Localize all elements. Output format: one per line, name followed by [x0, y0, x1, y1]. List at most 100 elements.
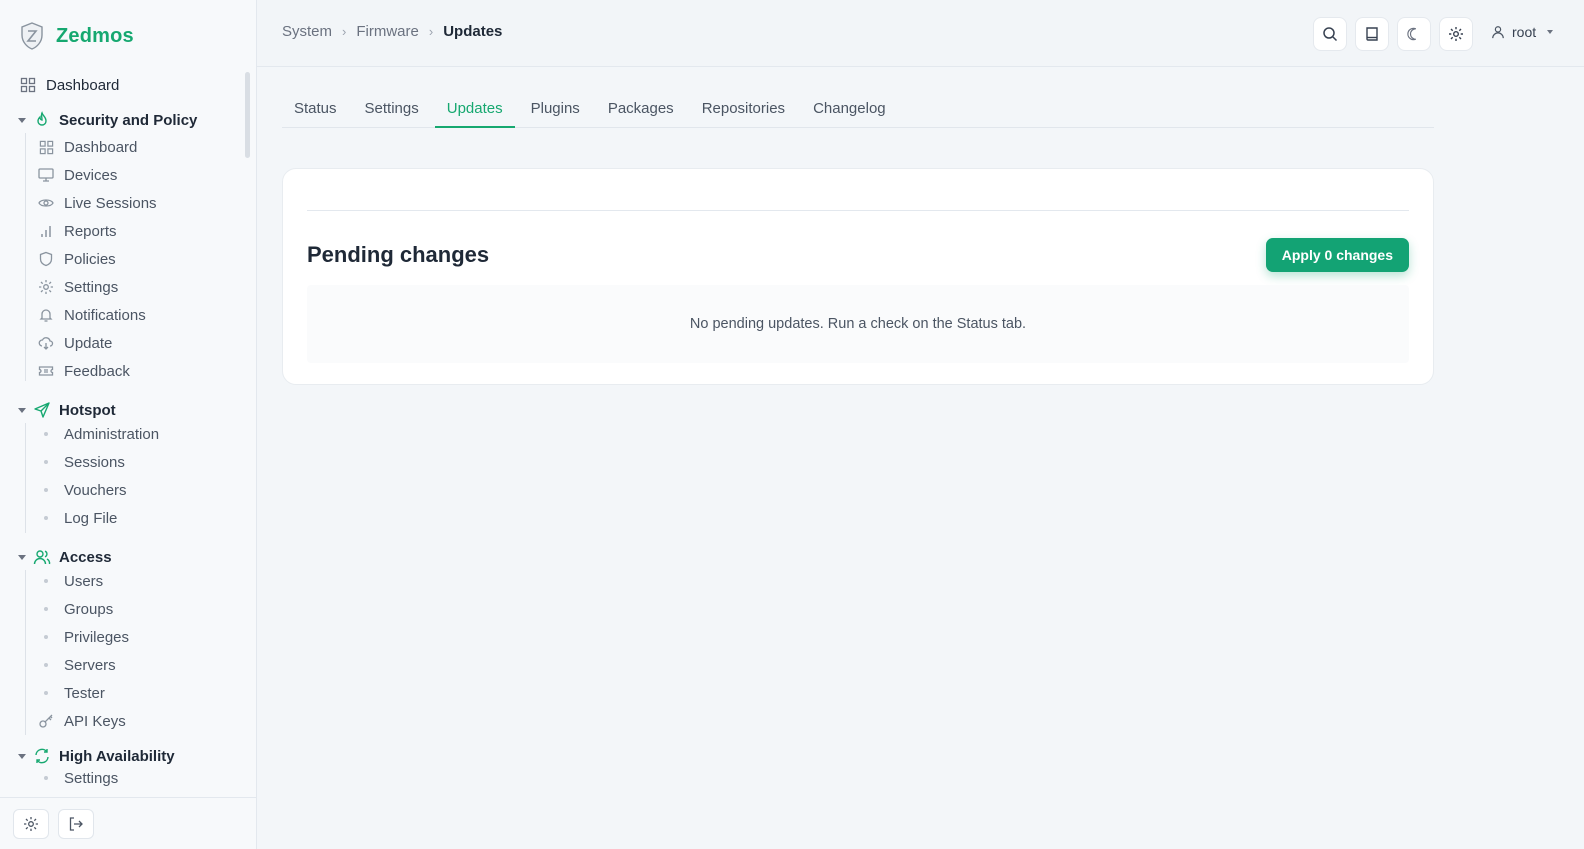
- sidebar-item-settings[interactable]: Settings: [38, 274, 118, 300]
- breadcrumb-item-system[interactable]: System: [282, 23, 332, 40]
- sidebar-item-label: Devices: [64, 166, 118, 184]
- brand[interactable]: Zedmos: [20, 22, 134, 50]
- chevron-right-icon: ›: [428, 24, 434, 39]
- tab-updates[interactable]: Updates: [434, 94, 515, 128]
- sidebar-item-tester[interactable]: Tester: [38, 680, 105, 706]
- sidebar-item-label: Settings: [64, 278, 119, 296]
- refresh-icon: [33, 747, 51, 765]
- sidebar-item-label: Policies: [64, 250, 116, 268]
- section-title: Hotspot: [59, 401, 116, 419]
- sidebar-item-groups[interactable]: Groups: [38, 596, 113, 622]
- sidebar-item-servers[interactable]: Servers: [38, 652, 116, 678]
- section-guide-line: [25, 423, 26, 533]
- sidebar-item-label: Vouchers: [64, 481, 127, 499]
- sidebar-item-devices[interactable]: Devices: [38, 162, 117, 188]
- search-button[interactable]: [1313, 17, 1347, 51]
- username: root: [1512, 24, 1537, 40]
- dashboard-icon: [38, 139, 54, 155]
- sidebar-item-label: Privileges: [64, 628, 130, 646]
- gear-icon: [1449, 27, 1463, 41]
- section-high-availability[interactable]: High Availability: [18, 743, 175, 769]
- section-hotspot[interactable]: Hotspot: [18, 397, 116, 423]
- caret-down-icon: [18, 753, 26, 759]
- sidebar-item-privileges[interactable]: Privileges: [38, 624, 129, 650]
- breadcrumb: System › Firmware › Updates: [282, 23, 502, 40]
- docs-button[interactable]: [1355, 17, 1389, 51]
- bullet-dot: [44, 607, 48, 611]
- logout-icon: [69, 817, 83, 831]
- theme-toggle-button[interactable]: [1397, 17, 1431, 51]
- empty-state-message: No pending updates. Run a check on the S…: [689, 316, 1027, 332]
- sidebar-item-ha-settings[interactable]: Settings: [38, 770, 118, 786]
- sidebar-item-policies[interactable]: Policies: [38, 246, 116, 272]
- sidebar-item-label: Live Sessions: [64, 194, 157, 212]
- flame-icon: [33, 111, 51, 129]
- chevron-right-icon: ›: [342, 24, 347, 39]
- monitor-icon: [38, 167, 54, 183]
- user-menu[interactable]: root: [1491, 24, 1554, 40]
- book-icon: [1366, 27, 1378, 41]
- gear-icon: [24, 817, 38, 831]
- bullet-dot: [44, 776, 48, 780]
- sidebar-item-live-sessions[interactable]: Live Sessions: [38, 190, 157, 216]
- sidebar-item-label: Notifications: [64, 306, 146, 324]
- sidebar-item-label: Update: [64, 334, 113, 352]
- sidebar-item-vouchers[interactable]: Vouchers: [38, 477, 127, 503]
- section-title: Security and Policy: [59, 111, 198, 129]
- shield-logo-icon: [21, 22, 43, 50]
- sidebar-item-reports[interactable]: Reports: [38, 218, 117, 244]
- sidebar-item-label: Reports: [64, 222, 117, 240]
- sidebar-scrollbar[interactable]: [245, 72, 250, 158]
- bullet-dot: [44, 691, 48, 695]
- bullet-dot: [44, 432, 48, 436]
- users-icon: [33, 548, 51, 566]
- section-title: High Availability: [59, 747, 175, 765]
- tab-changelog[interactable]: Changelog: [801, 94, 898, 128]
- sidebar-item-label: Settings: [64, 770, 119, 786]
- search-icon: [1323, 27, 1338, 42]
- footer-settings-button[interactable]: [13, 809, 49, 839]
- apply-changes-button[interactable]: Apply 0 changes: [1265, 238, 1409, 272]
- tab-repositories[interactable]: Repositories: [690, 94, 797, 128]
- sidebar-item-dashboard[interactable]: Dashboard: [38, 134, 137, 160]
- section-access[interactable]: Access: [18, 544, 112, 570]
- sidebar-item-dashboard-top[interactable]: Dashboard: [20, 71, 119, 99]
- logout-button[interactable]: [58, 809, 94, 839]
- divider: [307, 210, 1409, 211]
- sidebar-item-users[interactable]: Users: [38, 568, 103, 594]
- tab-settings[interactable]: Settings: [353, 94, 431, 128]
- sidebar-item-update[interactable]: Update: [38, 330, 112, 356]
- caret-down-icon: [18, 407, 26, 413]
- sidebar-item-label: API Keys: [64, 712, 126, 730]
- tab-plugins[interactable]: Plugins: [519, 94, 592, 128]
- send-icon: [33, 401, 51, 419]
- gear-icon: [38, 279, 54, 295]
- moon-icon: [1407, 27, 1416, 41]
- sidebar-item-label: Users: [64, 572, 104, 590]
- sidebar-item-label: Dashboard: [46, 76, 120, 94]
- card-title: Pending changes: [307, 242, 490, 267]
- dashboard-icon: [20, 77, 36, 93]
- tab-packages[interactable]: Packages: [596, 94, 686, 128]
- sidebar-item-label: Tester: [64, 684, 105, 702]
- cloud-download-icon: [38, 335, 54, 351]
- sidebar-item-log-file[interactable]: Log File: [38, 505, 117, 531]
- sidebar-item-label: Log File: [64, 509, 118, 527]
- tab-status[interactable]: Status: [282, 94, 349, 128]
- sidebar-item-api-keys[interactable]: API Keys: [38, 708, 126, 734]
- sidebar-item-label: Servers: [64, 656, 116, 674]
- bar-chart-icon: [38, 223, 54, 239]
- breadcrumb-item-firmware[interactable]: Firmware: [356, 23, 419, 40]
- sidebar-item-feedback[interactable]: Feedback: [38, 358, 130, 384]
- settings-button[interactable]: [1439, 17, 1473, 51]
- section-title: Access: [59, 548, 112, 566]
- section-security-and-policy[interactable]: Security and Policy: [18, 107, 197, 133]
- sidebar-item-administration[interactable]: Administration: [38, 421, 159, 447]
- bullet-dot: [44, 635, 48, 639]
- pending-changes-card: Pending changes Apply 0 changes No pendi…: [282, 168, 1434, 385]
- sidebar-footer: [0, 797, 256, 849]
- sidebar-item-sessions[interactable]: Sessions: [38, 449, 125, 475]
- empty-state: No pending updates. Run a check on the S…: [307, 285, 1409, 363]
- sidebar-item-notifications[interactable]: Notifications: [38, 302, 146, 328]
- sidebar-item-label: Feedback: [64, 362, 130, 380]
